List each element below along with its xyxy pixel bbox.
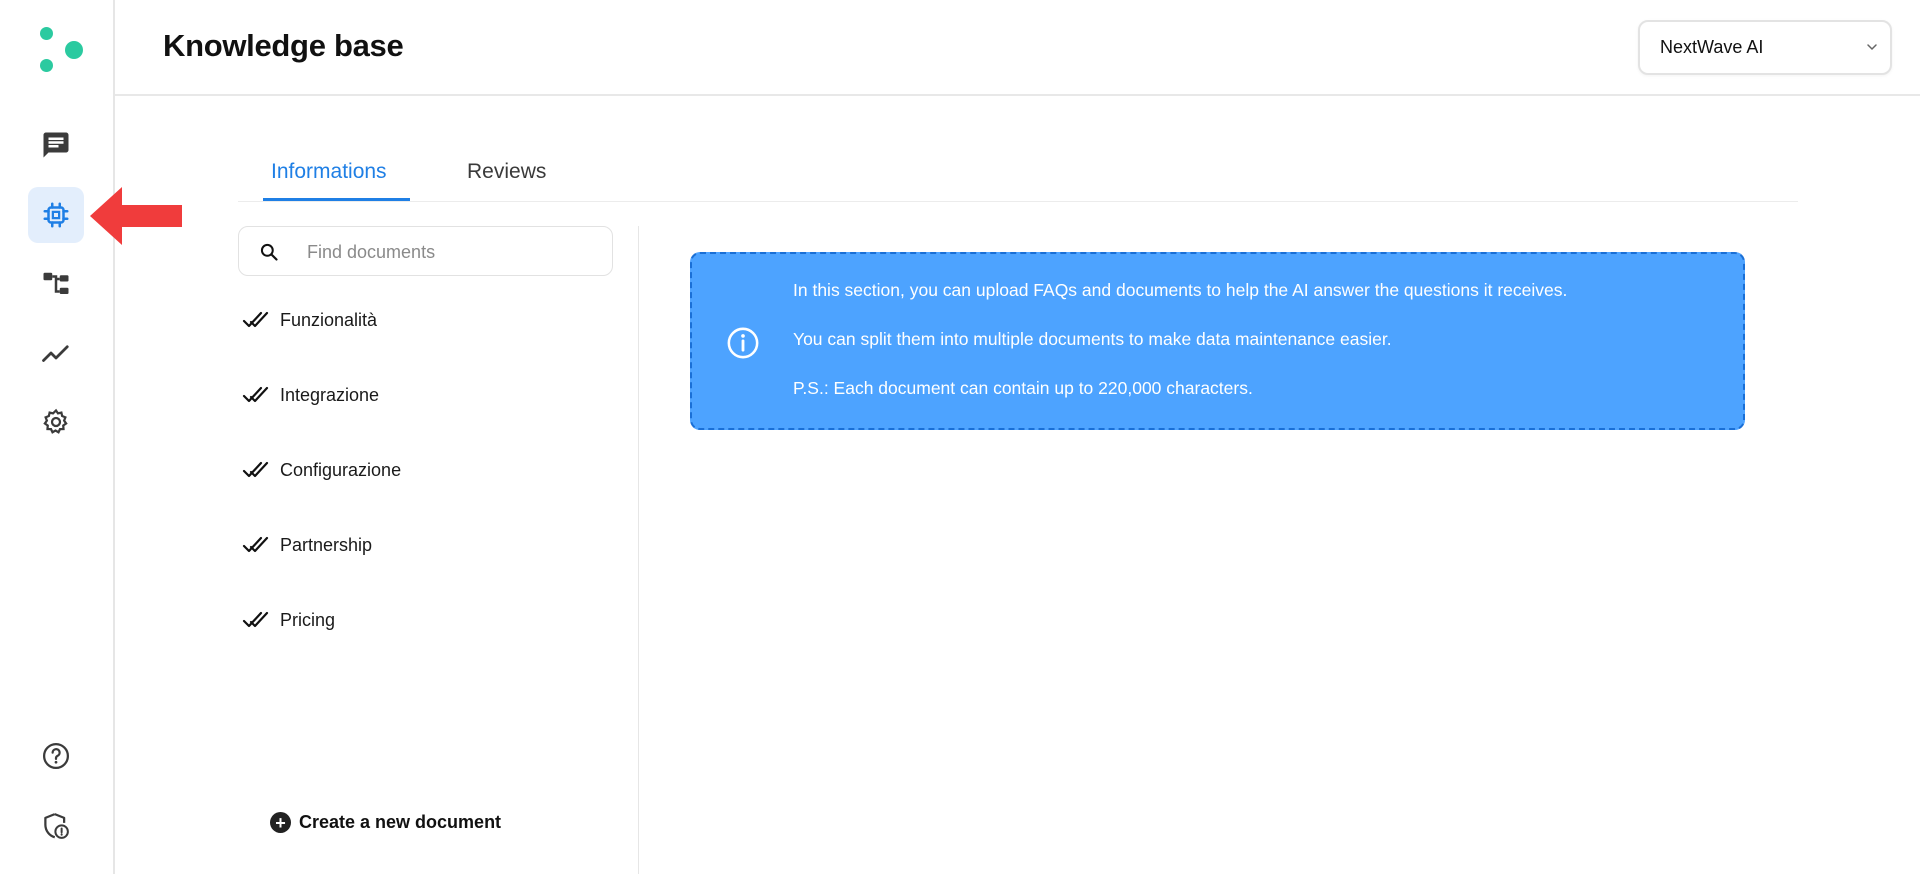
document-item-label: Configurazione [280, 459, 402, 480]
document-item-label: Partnership [280, 534, 373, 555]
logo [36, 24, 86, 74]
chat-icon [43, 132, 69, 158]
page-title: Knowledge base [163, 28, 404, 63]
column-divider [638, 226, 639, 874]
info-icon [727, 327, 759, 359]
document-item-label: Funzionalità [280, 309, 378, 330]
nav-privacy[interactable] [28, 798, 84, 854]
document-item[interactable]: Configurazione [242, 452, 401, 488]
chip-icon [43, 202, 69, 228]
create-document-button[interactable]: + Create a new document [270, 812, 501, 833]
nav-help[interactable] [28, 728, 84, 784]
workspace-select[interactable]: NextWave AI [1638, 20, 1892, 75]
double-check-icon [242, 311, 269, 328]
search-input[interactable] [307, 237, 597, 267]
nav-chat[interactable] [28, 117, 84, 173]
sidebar [0, 0, 115, 874]
double-check-icon [242, 536, 269, 553]
document-list-panel: Funzionalità Integrazione Configurazione… [238, 226, 638, 874]
header: Knowledge base NextWave AI [115, 0, 1920, 96]
nav-settings[interactable] [28, 394, 84, 450]
double-check-icon [242, 611, 269, 628]
document-item-label: Pricing [280, 609, 336, 630]
info-text-line: You can split them into multiple documen… [793, 329, 1392, 349]
document-item-label: Integrazione [280, 384, 380, 405]
annotation-arrow-icon [90, 187, 182, 245]
tab-reviews[interactable]: Reviews [467, 160, 546, 184]
double-check-icon [242, 386, 269, 403]
search-box [238, 226, 613, 276]
document-item[interactable]: Integrazione [242, 377, 379, 413]
document-item[interactable]: Partnership [242, 527, 372, 563]
analytics-icon [42, 345, 69, 362]
info-text-line: In this section, you can upload FAQs and… [793, 280, 1568, 300]
double-check-icon [242, 461, 269, 478]
chevron-down-icon [1867, 44, 1877, 51]
info-banner: In this section, you can upload FAQs and… [690, 252, 1745, 430]
nav-knowledge-base[interactable] [28, 187, 84, 243]
gear-icon [43, 408, 68, 434]
create-document-label: Create a new document [299, 812, 502, 832]
plus-circle-icon: + [270, 812, 291, 833]
workflow-icon [43, 272, 69, 294]
nav-analytics[interactable] [28, 325, 84, 381]
help-icon [43, 743, 69, 769]
document-item[interactable]: Funzionalità [242, 302, 377, 338]
tab-informations[interactable]: Informations [271, 160, 387, 184]
nav-workflow[interactable] [28, 256, 84, 312]
shield-icon [44, 813, 69, 839]
info-text-line: P.S.: Each document can contain up to 22… [793, 378, 1253, 398]
active-tab-indicator [263, 198, 410, 201]
workspace-select-value: NextWave AI [1660, 37, 1764, 57]
tab-bar: Informations Reviews [238, 150, 1798, 202]
document-item[interactable]: Pricing [242, 602, 335, 638]
search-icon [260, 243, 278, 261]
